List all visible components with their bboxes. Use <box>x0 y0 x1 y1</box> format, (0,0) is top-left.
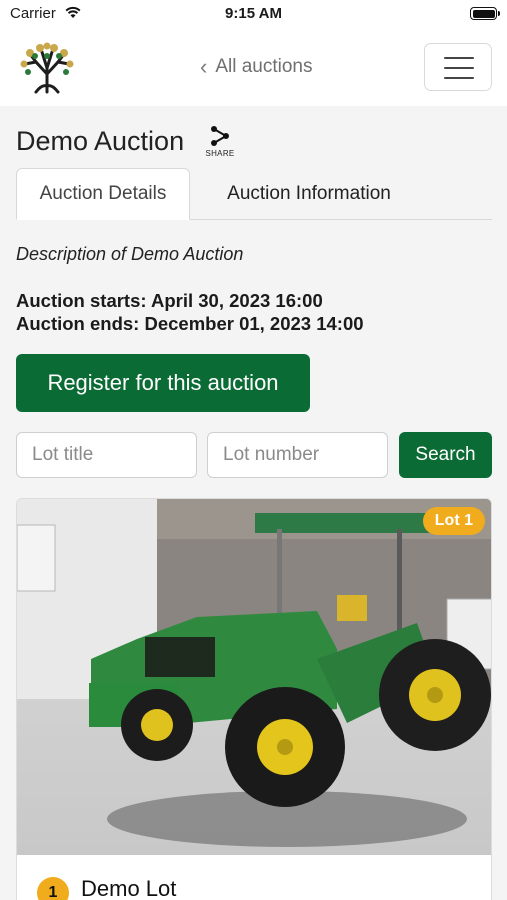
share-button[interactable]: SHARE <box>202 126 238 158</box>
auction-description: Description of Demo Auction <box>16 244 244 264</box>
lot-image-tractor[interactable] <box>17 499 492 855</box>
lot-number-input[interactable] <box>207 432 388 478</box>
lot-badge: Lot 1 <box>422 507 485 535</box>
hamburger-line <box>444 77 474 79</box>
back-link-label: All auctions <box>215 56 313 77</box>
auction-dates: Auction starts: April 30, 2023 16:00 Auc… <box>16 289 364 335</box>
hamburger-menu-icon <box>444 57 474 59</box>
menu-button[interactable] <box>424 43 492 91</box>
status-bar: Carrier 9:15 AM <box>0 0 507 30</box>
auction-start-date: Auction starts: April 30, 2023 16:00 <box>16 290 323 311</box>
status-time: 9:15 AM <box>225 5 282 22</box>
lot-card[interactable]: Lot 1 1 Demo Lot <box>16 498 492 900</box>
back-link[interactable]: ‹ All auctions <box>200 56 313 78</box>
battery-icon <box>470 7 500 20</box>
register-button[interactable]: Register for this auction <box>16 354 310 412</box>
tab-auction-details[interactable]: Auction Details <box>16 168 190 220</box>
search-button[interactable]: Search <box>399 432 492 478</box>
share-label: SHARE <box>205 149 235 158</box>
navbar: ‹ All auctions <box>0 30 507 106</box>
share-icon <box>211 126 229 146</box>
auction-end-date: Auction ends: December 01, 2023 14:00 <box>16 313 364 334</box>
hamburger-line <box>444 67 474 69</box>
lot-title-input[interactable] <box>16 432 197 478</box>
auction-tabs: Auction Details Auction Information <box>16 168 492 220</box>
lot-title[interactable]: Demo Lot <box>81 876 176 900</box>
chevron-left-icon: ‹ <box>200 54 208 79</box>
tab-auction-information[interactable]: Auction Information <box>194 168 424 220</box>
page-title: Demo Auction <box>16 126 185 156</box>
lot-number-badge: 1 <box>37 877 69 900</box>
tree-logo-icon[interactable] <box>16 40 78 94</box>
